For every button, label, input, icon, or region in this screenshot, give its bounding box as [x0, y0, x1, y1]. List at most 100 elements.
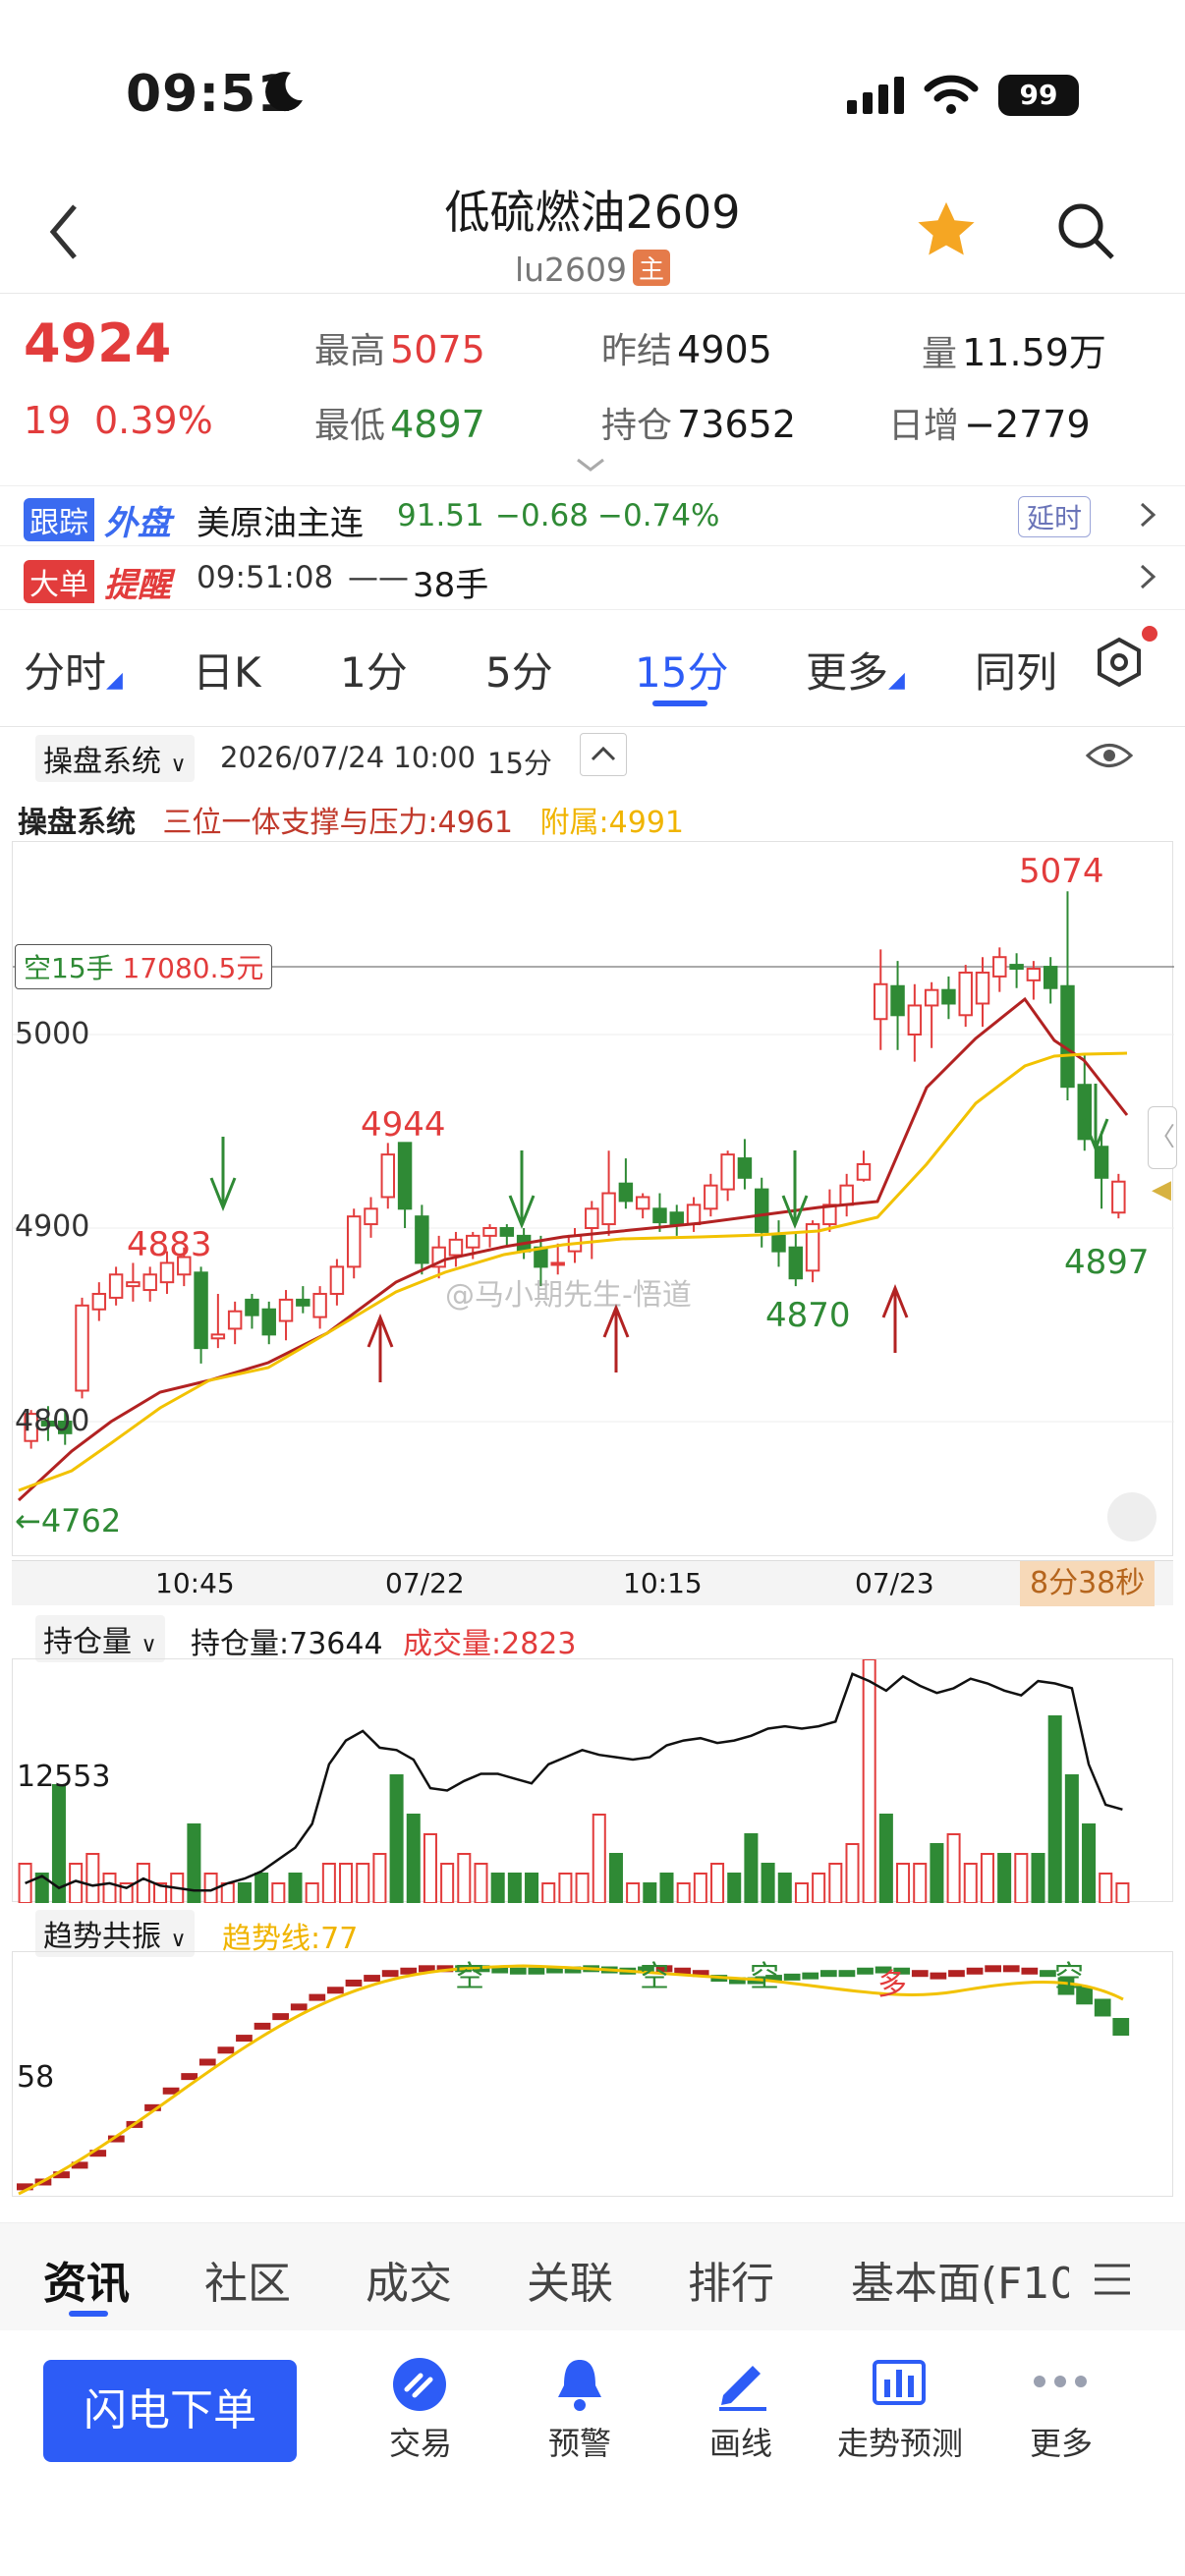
main-chart[interactable]: 5000 4900 4800 空15手 17080.5元 5074 4944 4… [12, 841, 1174, 1556]
trend-step [198, 2058, 216, 2066]
candle-body [907, 1004, 923, 1036]
trend-step [783, 1973, 801, 1981]
header-divider [0, 293, 1185, 294]
countdown-badge: 8分38秒 [1020, 1561, 1156, 1606]
volume-bar [693, 1873, 707, 1903]
system-selector[interactable]: 操盘系统 ∨ [35, 735, 195, 782]
trend-selector[interactable]: 趋势共振 ∨ [35, 1910, 195, 1957]
volume-bar [321, 1863, 336, 1903]
side-collapse-icon[interactable]: 〈 [1148, 1106, 1177, 1169]
volume-selector[interactable]: 持仓量 ∨ [35, 1615, 165, 1662]
candle-body [142, 1273, 157, 1292]
volume-bar [727, 1873, 742, 1903]
x-tick-1: 10:45 [155, 1567, 235, 1599]
page-title: 低硫燃油2609 [444, 186, 741, 239]
nav-draw[interactable]: 画线 [672, 2419, 810, 2464]
volume-bar [575, 1873, 590, 1903]
alert-dash: —— [348, 560, 409, 595]
bottom-tab-related[interactable]: 关联 [527, 2248, 613, 2311]
x-tick-2: 07/22 [385, 1567, 465, 1599]
trend-step [802, 1972, 819, 1980]
candle-body [958, 971, 973, 1017]
last-price: 4924 [24, 312, 172, 374]
volume-bar [845, 1843, 860, 1903]
grid-lines [13, 966, 1174, 1423]
big-order-alert-row[interactable]: 大单 提醒 09:51:08 —— 38手 [0, 548, 1185, 609]
candle-body [1043, 966, 1058, 989]
eye-icon[interactable] [1085, 739, 1134, 776]
candle-body [466, 1234, 480, 1249]
foreign-ticker-row[interactable]: 跟踪 外盘 美原油主连 91.51 −0.68 −0.74% 延时 [0, 485, 1185, 546]
menu-icon[interactable] [1093, 2262, 1132, 2301]
trend-chart[interactable]: 58 空 空 空 多 空 [12, 1951, 1173, 2197]
volume-bar [997, 1853, 1012, 1903]
tab-same-list[interactable]: 同列 [975, 640, 1057, 700]
candle-body [1094, 1146, 1109, 1179]
alert-time: 09:51:08 [197, 560, 334, 595]
tab-1min[interactable]: 1分 [340, 640, 408, 700]
bottom-tab-community[interactable]: 社区 [204, 2248, 291, 2311]
order-button[interactable]: 闪电下单 [43, 2360, 297, 2462]
collapse-up-icon[interactable] [580, 733, 627, 776]
bottom-tab-news[interactable]: 资讯 [43, 2248, 130, 2311]
candle-body [108, 1273, 124, 1299]
candle-body [194, 1271, 208, 1350]
candle-body [924, 988, 939, 1007]
moon-icon [261, 69, 307, 118]
trend-step [272, 2013, 289, 2021]
delay-badge: 延时 [1018, 496, 1092, 537]
volume-chart[interactable]: 12553 [12, 1658, 1173, 1903]
alert-qty: 38手 [413, 566, 489, 605]
open-interest-cell: 持仓 73652 [601, 403, 796, 446]
trend-step [1094, 1998, 1111, 2017]
volume-bar [980, 1853, 994, 1903]
trend-step [181, 2073, 198, 2081]
low-label-4897: 4897 [1064, 1243, 1150, 1282]
search-icon[interactable] [1053, 198, 1118, 267]
nav-forecast[interactable]: 走势预测 [831, 2419, 969, 2464]
notification-dot [1142, 626, 1157, 642]
volume-bar [828, 1863, 843, 1903]
candle-body [992, 956, 1007, 978]
tab-5min[interactable]: 5分 [485, 640, 553, 700]
volume-bar [710, 1863, 725, 1903]
time-axis: 10:45 07/22 10:15 07/23 8分38秒 [12, 1560, 1173, 1606]
tab-15min[interactable]: 15分 [635, 640, 728, 700]
volume-bar [490, 1873, 505, 1903]
volume-bar [1064, 1774, 1079, 1903]
active-tab-underline [652, 700, 707, 706]
expand-corner-icon[interactable] [1107, 1492, 1157, 1541]
candle-body [91, 1292, 107, 1311]
volume-bar [558, 1873, 573, 1903]
bottom-tab-fundamentals[interactable]: 基本面(F10 [851, 2248, 1069, 2311]
label-4944: 4944 [361, 1105, 446, 1145]
tab-more[interactable]: 更多◢ [806, 640, 905, 700]
volume-bar [946, 1833, 961, 1903]
candle-body [669, 1211, 684, 1226]
volume-bar [626, 1882, 641, 1903]
bottom-tab-trades[interactable]: 成交 [366, 2248, 452, 2311]
tab-timeshare[interactable]: 分时◢ [24, 640, 123, 700]
position-box[interactable]: 空15手 17080.5元 [15, 944, 273, 989]
candle-body [856, 1162, 872, 1181]
volume-bar [1047, 1715, 1062, 1903]
trend-step [948, 1970, 965, 1978]
settings-hex-icon[interactable] [1093, 636, 1146, 693]
nav-alert[interactable]: 预警 [511, 2419, 649, 2464]
tab-daily[interactable]: 日K [193, 640, 261, 700]
volume-bar [592, 1814, 606, 1903]
nav-more[interactable]: 更多 [992, 2419, 1130, 2464]
trend-step [985, 1965, 1002, 1973]
candle-body [585, 1207, 599, 1229]
bottom-tab-ranking[interactable]: 排行 [688, 2248, 774, 2311]
trend-step [1112, 2018, 1130, 2036]
candle-body [261, 1308, 276, 1336]
candle-body [890, 984, 905, 1017]
expand-chevron-icon[interactable] [574, 456, 607, 477]
volume-bar [305, 1882, 319, 1903]
volume-bar [1115, 1882, 1130, 1903]
star-icon[interactable] [912, 196, 981, 269]
nav-trade[interactable]: 交易 [352, 2419, 489, 2464]
trend-step [509, 1967, 527, 1975]
volume-bar [457, 1853, 472, 1903]
